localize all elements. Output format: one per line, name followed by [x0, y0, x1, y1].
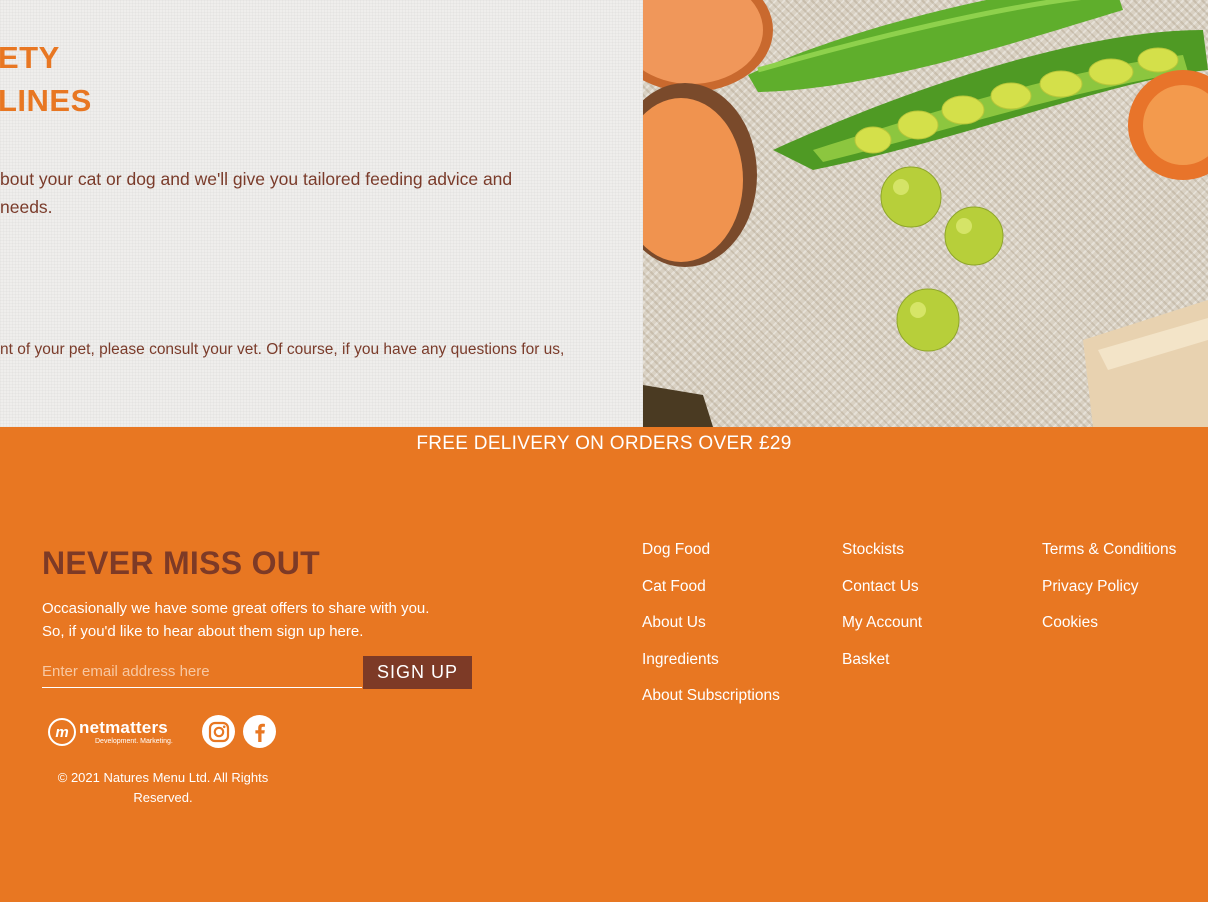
netmatters-mark: m [48, 718, 76, 746]
newsletter-title: NEVER MISS OUT [42, 545, 321, 581]
footer-link-terms-conditions[interactable]: Terms & Conditions [1042, 540, 1176, 577]
footer-link-basket[interactable]: Basket [842, 650, 922, 687]
newsletter-description-line-1: Occasionally we have some great offers t… [42, 600, 430, 617]
footer-link-dog-food[interactable]: Dog Food [642, 540, 780, 577]
facebook-icon[interactable] [243, 715, 276, 748]
footer-link-cat-food[interactable]: Cat Food [642, 577, 780, 614]
sign-up-button[interactable]: SIGN UP [363, 656, 472, 689]
newsletter-description-line-2: So, if you'd like to hear about them sig… [42, 623, 364, 640]
footer-link-privacy-policy[interactable]: Privacy Policy [1042, 577, 1176, 614]
footer-links-legal: Terms & Conditions Privacy Policy Cookie… [1042, 540, 1176, 650]
hero-heading-line-2: LINES [0, 83, 92, 118]
hero-paragraph-line-2: needs. [0, 197, 53, 217]
footer-links-account: Stockists Contact Us My Account Basket [842, 540, 922, 686]
hero-disclaimer: nt of your pet, please consult your vet.… [0, 341, 565, 358]
footer-link-contact-us[interactable]: Contact Us [842, 577, 922, 614]
hero-paragraph: bout your cat or dog and we'll give you … [0, 165, 512, 221]
netmatters-logo[interactable]: m netmatters Development. Marketing. [48, 714, 196, 750]
netmatters-tagline: Development. Marketing. [95, 738, 173, 745]
email-field[interactable] [42, 656, 362, 688]
hero-food-image [643, 0, 1208, 427]
footer-link-about-subscriptions[interactable]: About Subscriptions [642, 686, 780, 723]
hero-heading-line-1: ETY [0, 40, 60, 75]
hero-text-panel: ETY LINES bout your cat or dog and we'll… [0, 0, 643, 427]
footer-link-cookies[interactable]: Cookies [1042, 613, 1176, 650]
hero-section: ETY LINES bout your cat or dog and we'll… [0, 0, 1208, 427]
netmatters-name: netmatters [79, 718, 168, 737]
copyright-text: © 2021 Natures Menu Ltd. All Rights Rese… [57, 770, 269, 805]
footer-links-shop: Dog Food Cat Food About Us Ingredients A… [642, 540, 780, 723]
hero-paragraph-line-1: bout your cat or dog and we'll give you … [0, 169, 513, 189]
vegetables-illustration [643, 0, 1208, 427]
netmatters-wordmark: netmatters Development. Marketing. [79, 719, 173, 745]
footer-link-ingredients[interactable]: Ingredients [642, 650, 780, 687]
instagram-icon[interactable] [202, 715, 235, 748]
footer-link-my-account[interactable]: My Account [842, 613, 922, 650]
free-delivery-banner: FREE DELIVERY ON ORDERS OVER £29 [416, 433, 792, 454]
footer-link-about-us[interactable]: About Us [642, 613, 780, 650]
footer-link-stockists[interactable]: Stockists [842, 540, 922, 577]
